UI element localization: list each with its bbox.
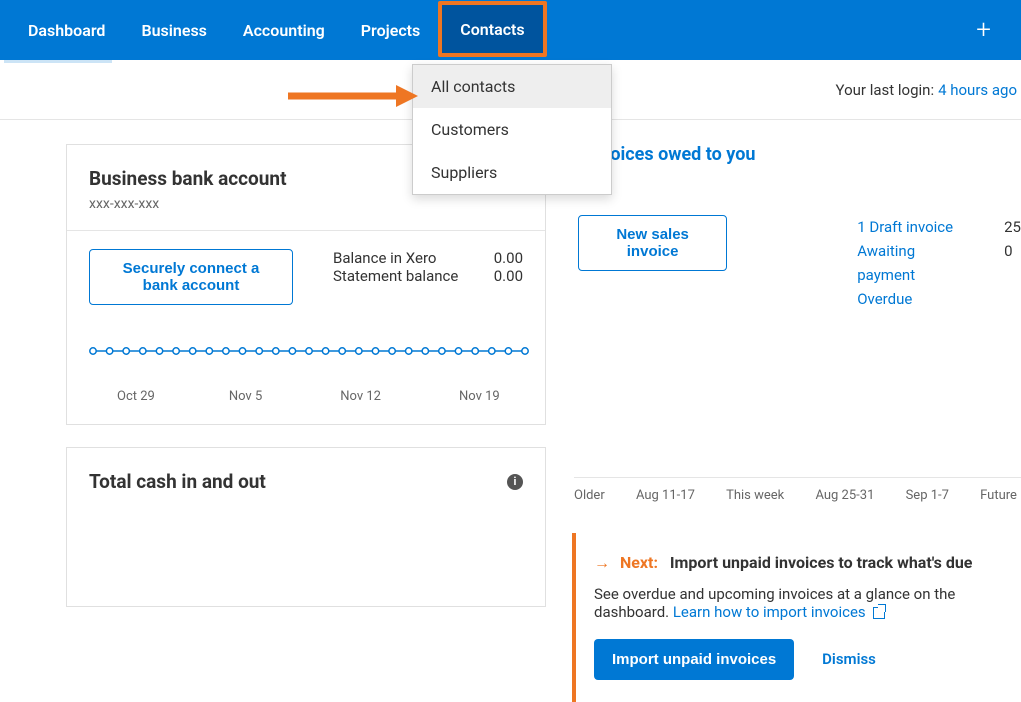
draft-count: 25 [1004, 215, 1021, 239]
top-nav: Dashboard Business Accounting Projects C… [0, 0, 1021, 60]
nav-contacts[interactable]: Contacts [438, 1, 546, 57]
timeline-label: Future [980, 488, 1017, 503]
dropdown-suppliers[interactable]: Suppliers [413, 151, 611, 194]
invoice-status-links: 1 Draft invoice Awaiting payment Overdue [857, 215, 964, 311]
last-login-link[interactable]: 4 hours ago [938, 81, 1017, 99]
statement-balance-value: 0.00 [494, 267, 523, 285]
dismiss-button[interactable]: Dismiss [822, 650, 876, 668]
cash-card-title: Total cash in and out [89, 470, 266, 493]
arrow-right-icon: → [594, 553, 610, 572]
balances-block: Balance in Xero 0.00 Statement balance 0… [333, 249, 523, 285]
timeline-label: This week [726, 488, 784, 503]
bank-account-number: xxx-xxx-xxx [89, 196, 523, 212]
overdue-link[interactable]: Overdue [857, 287, 964, 311]
invoice-timeline: Older Aug 11-17 This week Aug 25-31 Sep … [574, 477, 1021, 503]
dropdown-all-contacts[interactable]: All contacts [413, 65, 611, 108]
learn-import-link[interactable]: Learn how to import invoices [673, 603, 886, 621]
xaxis-label: Nov 19 [459, 389, 500, 404]
xaxis-label: Nov 5 [229, 389, 262, 404]
main-content: Business bank account xxx-xxx-xxx Secure… [0, 120, 1021, 702]
xaxis-label: Oct 29 [117, 389, 155, 404]
next-heading: Import unpaid invoices to track what's d… [670, 553, 973, 572]
nav-dashboard[interactable]: Dashboard [10, 0, 123, 60]
statement-balance-label: Statement balance [333, 267, 458, 285]
divider [67, 230, 545, 231]
invoice-status-counts: 25 0 [1004, 215, 1021, 311]
timeline-label: Sep 1-7 [906, 488, 949, 503]
balance-xero-value: 0.00 [494, 249, 523, 267]
next-label: Next: [620, 553, 658, 572]
next-step-panel: → Next: Import unpaid invoices to track … [572, 533, 1021, 702]
nav-accounting[interactable]: Accounting [225, 0, 343, 60]
timeline-label: Aug 11-17 [636, 488, 695, 503]
bank-sparkline-chart [89, 341, 529, 361]
timeline-label: Aug 25-31 [815, 488, 874, 503]
left-column: Business bank account xxx-xxx-xxx Secure… [66, 144, 546, 702]
balance-xero-label: Balance in Xero [333, 249, 436, 267]
annotation-arrow-icon [288, 85, 418, 107]
dropdown-customers[interactable]: Customers [413, 108, 611, 151]
connect-bank-button[interactable]: Securely connect a bank account [89, 249, 293, 305]
last-login-label: Your last login: [836, 81, 935, 99]
bank-chart-xaxis: Oct 29 Nov 5 Nov 12 Nov 19 [89, 383, 523, 404]
right-column: Invoices owed to you New sales invoice 1… [574, 144, 1021, 702]
invoices-header[interactable]: Invoices owed to you [586, 144, 1021, 165]
xaxis-label: Nov 12 [340, 389, 381, 404]
nav-business[interactable]: Business [123, 0, 224, 60]
cash-card: Total cash in and out i [66, 447, 546, 607]
awaiting-count: 0 [1004, 239, 1021, 263]
import-invoices-button[interactable]: Import unpaid invoices [594, 639, 794, 680]
contacts-dropdown: All contacts Customers Suppliers [412, 64, 612, 195]
info-icon[interactable]: i [507, 474, 523, 490]
add-icon[interactable]: + [956, 15, 1011, 45]
awaiting-payment-link[interactable]: Awaiting payment [857, 239, 964, 287]
new-sales-invoice-button[interactable]: New sales invoice [578, 215, 727, 271]
dashboard-underline [4, 60, 112, 63]
nav-projects[interactable]: Projects [343, 0, 439, 60]
timeline-label: Older [574, 488, 605, 503]
draft-invoice-link[interactable]: 1 Draft invoice [857, 215, 964, 239]
external-link-icon [873, 607, 885, 619]
